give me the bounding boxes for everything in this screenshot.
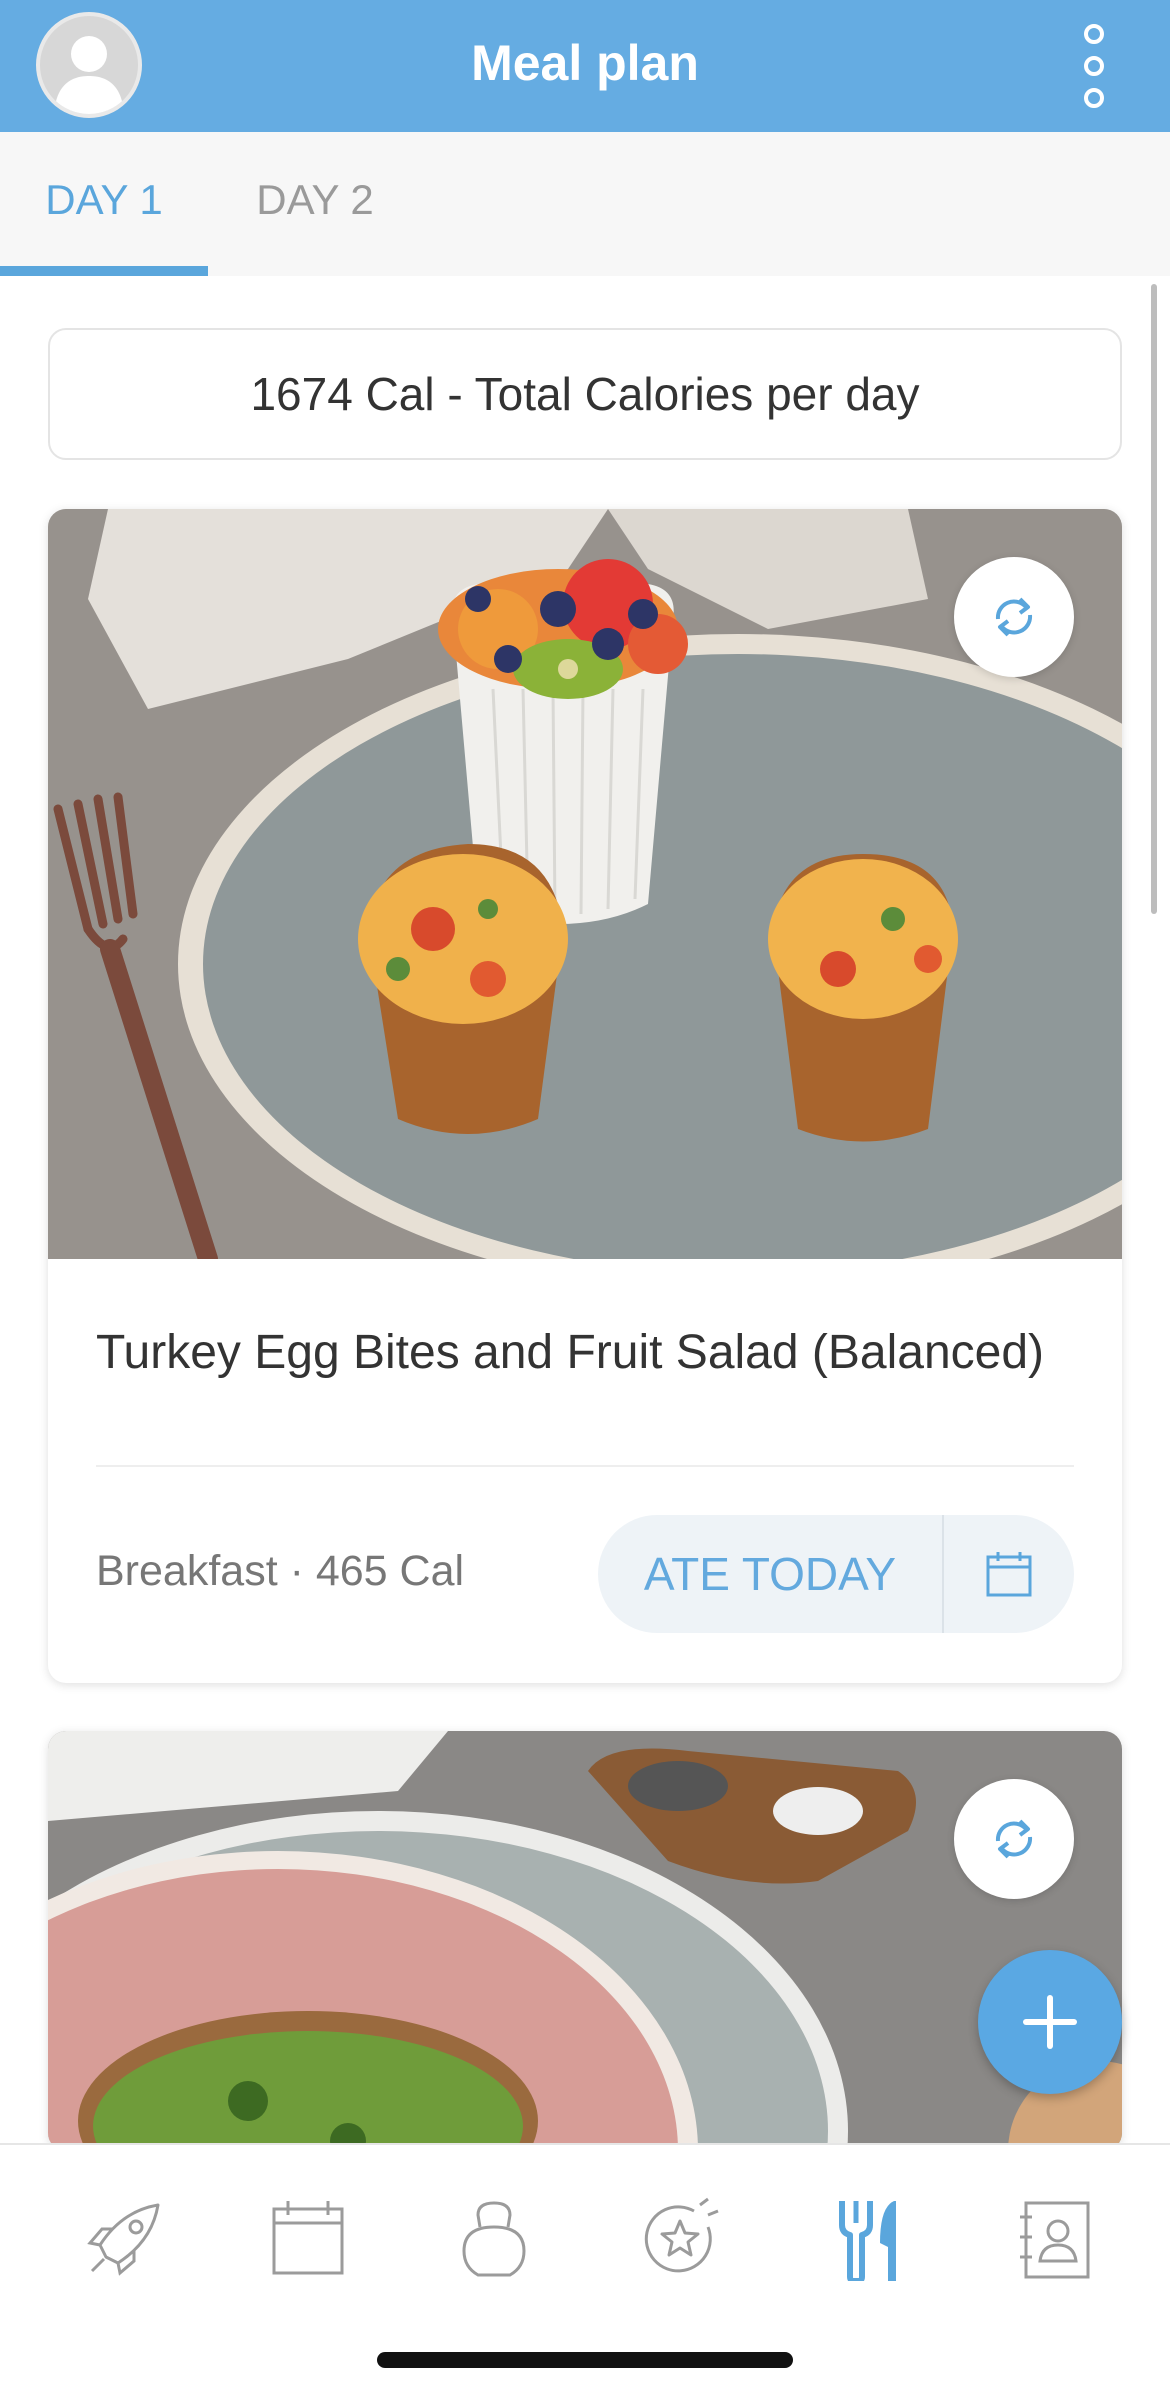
more-options-button[interactable] <box>1068 24 1120 108</box>
nav-item-achievements[interactable] <box>630 2189 730 2289</box>
add-meal-button[interactable] <box>978 1950 1122 2094</box>
ate-today-button[interactable]: ATE TODAY <box>598 1515 942 1633</box>
nav-item-meal-plan[interactable] <box>818 2189 918 2289</box>
swap-meal-button[interactable] <box>954 557 1074 677</box>
meal-title: Turkey Egg Bites and Fruit Salad (Balanc… <box>96 1326 1045 1379</box>
meal-card[interactable] <box>48 1731 1122 2151</box>
page-title: Meal plan <box>471 35 699 91</box>
tab-day-2[interactable]: DAY 2 <box>208 132 422 276</box>
calendar-icon <box>272 2201 344 2275</box>
fork-knife-icon <box>839 2201 896 2281</box>
calendar-icon <box>986 1552 1032 1597</box>
plus-icon <box>1023 1995 1077 2049</box>
meal-photo <box>48 1731 1122 2151</box>
kettlebell-icon <box>462 2201 526 2277</box>
swap-meal-button[interactable] <box>954 1779 1074 1899</box>
nav-item-start[interactable] <box>74 2189 174 2289</box>
app-header: Meal plan <box>0 0 1170 132</box>
meal-card[interactable]: Turkey Egg Bites and Fruit Salad (Balanc… <box>48 509 1122 1683</box>
total-calories-summary: 1674 Cal - Total Calories per day <box>48 328 1122 460</box>
schedule-meal-button[interactable] <box>944 1515 1074 1633</box>
tab-day-1[interactable]: DAY 1 <box>0 132 208 276</box>
nav-item-calendar[interactable] <box>258 2189 358 2289</box>
ate-today-control: ATE TODAY <box>598 1515 1074 1633</box>
day-tabs: DAY 1 DAY 2 <box>0 132 1170 276</box>
rocket-icon <box>87 2203 160 2276</box>
scrollbar[interactable] <box>1151 284 1157 914</box>
nav-item-workouts[interactable] <box>444 2189 544 2289</box>
home-indicator <box>377 2352 793 2368</box>
more-vertical-icon <box>1084 24 1104 108</box>
divider <box>96 1465 1074 1467</box>
swap-icon <box>995 1819 1033 1859</box>
meal-type-calories: Breakfast · 465 Cal <box>96 1547 465 1595</box>
active-tab-indicator <box>0 266 208 276</box>
swap-icon <box>995 597 1033 637</box>
contacts-icon <box>1020 2201 1090 2279</box>
nav-item-contacts[interactable] <box>1004 2189 1104 2289</box>
star-badge-icon <box>644 2197 719 2273</box>
